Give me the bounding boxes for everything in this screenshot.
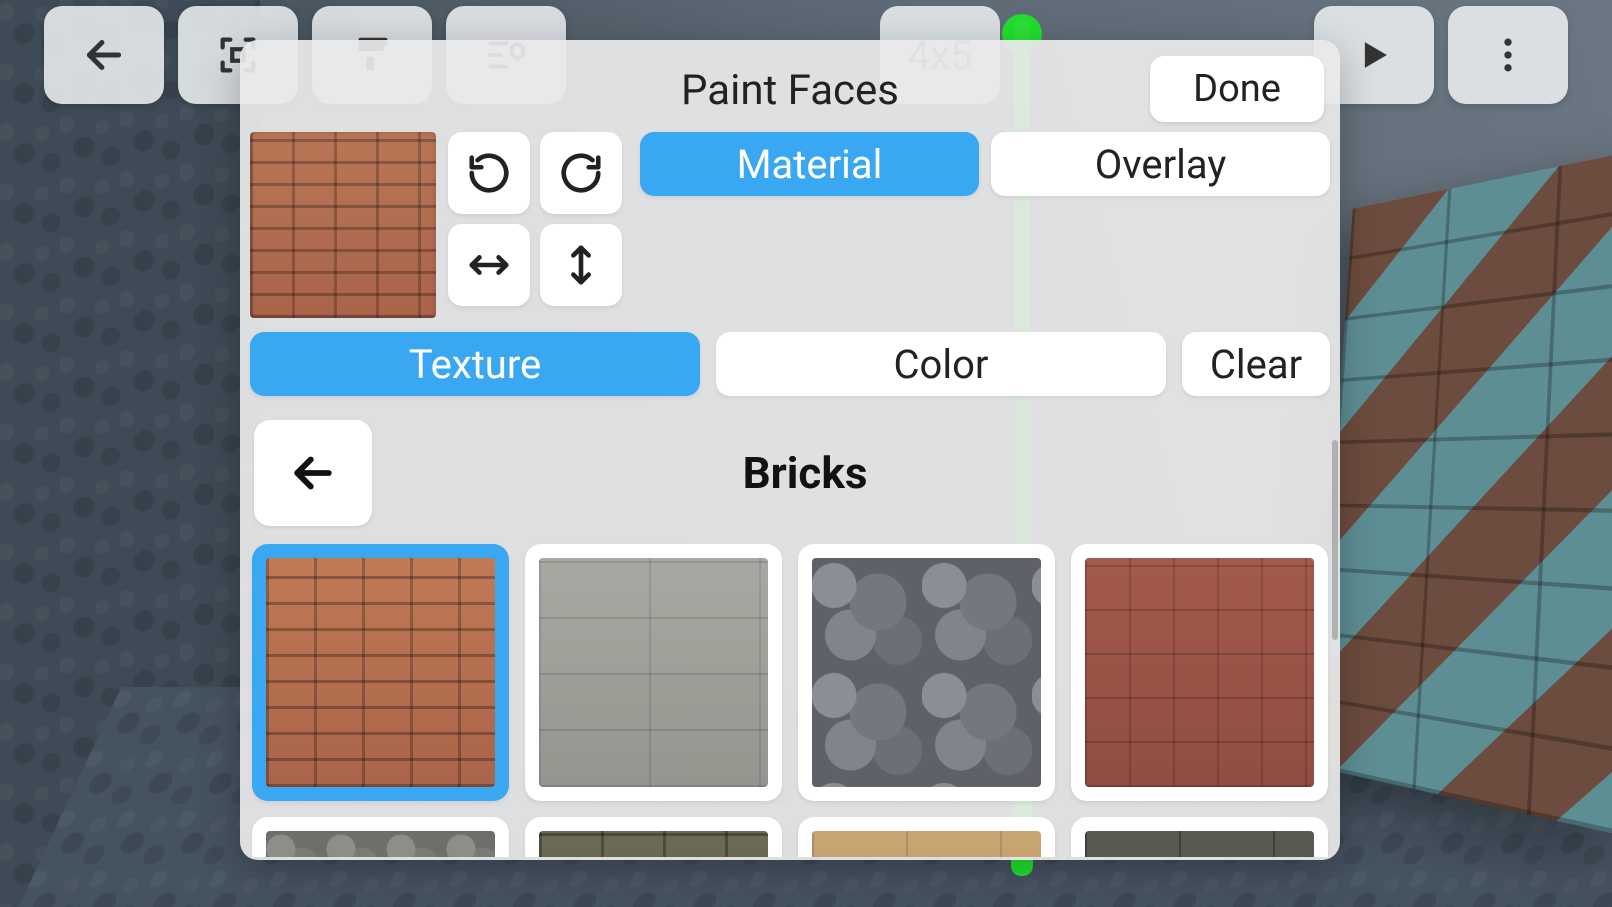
flip-horizontal-button[interactable]: [448, 224, 530, 306]
flip-vertical-button[interactable]: [540, 224, 622, 306]
more-icon[interactable]: [1448, 6, 1568, 104]
mode-segmented-control: Texture Color Clear: [250, 332, 1330, 396]
rotate-cw-button[interactable]: [540, 132, 622, 214]
texture-tile-small-cobble[interactable]: [252, 817, 509, 857]
done-button[interactable]: Done: [1150, 56, 1324, 122]
layer-segmented-control: Material Overlay: [640, 132, 1330, 196]
back-icon[interactable]: [44, 6, 164, 104]
clear-button[interactable]: Clear: [1182, 332, 1330, 396]
scrollbar[interactable]: [1332, 440, 1338, 640]
scene-brick-block: [1314, 147, 1612, 838]
texture-tile-mossy-brick[interactable]: [525, 817, 782, 857]
tab-overlay[interactable]: Overlay: [991, 132, 1330, 196]
texture-tile-grey-block[interactable]: [525, 544, 782, 801]
category-title: Bricks: [402, 447, 1208, 499]
category-back-button[interactable]: [254, 420, 372, 526]
texture-grid: [250, 544, 1330, 801]
tab-texture[interactable]: Texture: [250, 332, 700, 396]
texture-tile-sandstone[interactable]: [798, 817, 1055, 857]
tab-color[interactable]: Color: [716, 332, 1166, 396]
material-preview: [250, 132, 436, 318]
texture-tile-cobblestone[interactable]: [798, 544, 1055, 801]
paint-faces-panel: Paint Faces Done Material Overlay: [240, 40, 1340, 860]
tab-material[interactable]: Material: [640, 132, 979, 196]
panel-title: Paint Faces: [681, 66, 899, 115]
texture-grid-row2: [250, 817, 1330, 857]
texture-tile-red-paver[interactable]: [1071, 544, 1328, 801]
rotate-ccw-button[interactable]: [448, 132, 530, 214]
texture-tile-dark-block[interactable]: [1071, 817, 1328, 857]
texture-tile-red-brick[interactable]: [252, 544, 509, 801]
